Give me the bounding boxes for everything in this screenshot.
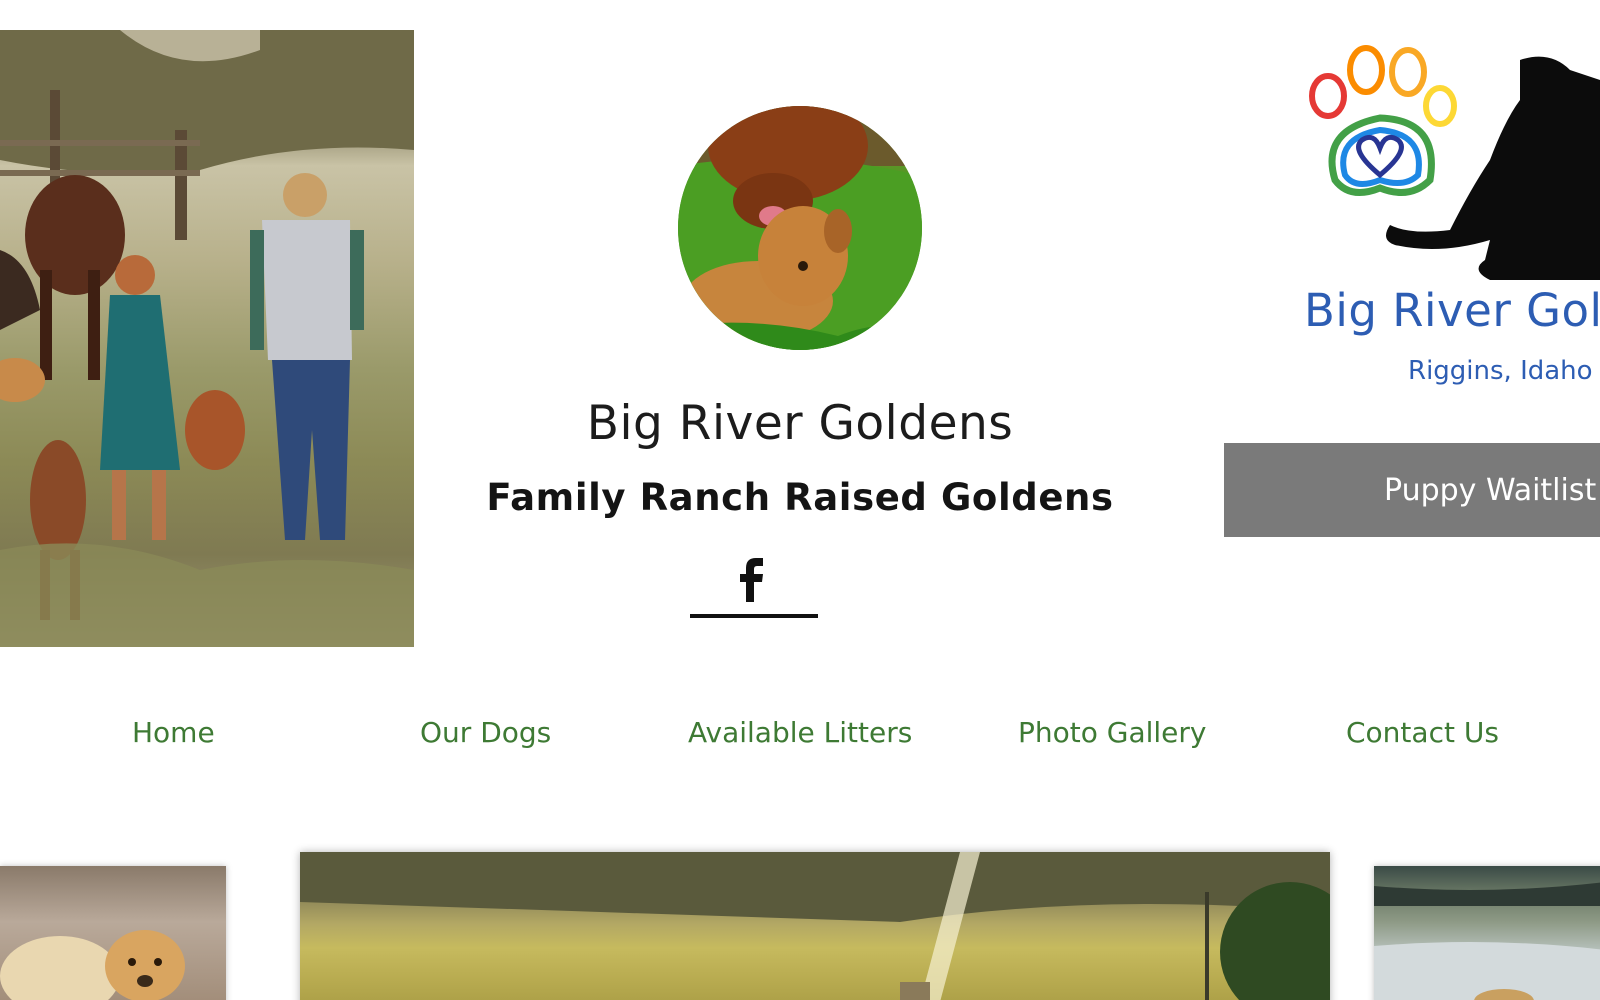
site-title: Big River Goldens [586, 396, 1014, 451]
social-underline [690, 614, 818, 618]
site-subtitle: Family Ranch Raised Goldens [486, 476, 1114, 519]
big-river-goldens-logo[interactable] [1290, 40, 1600, 400]
logo-name: Big River Goldens [1304, 284, 1600, 337]
gallery-main-ranch-photo[interactable] [300, 852, 1330, 1000]
logo-location: Riggins, Idaho [1408, 356, 1593, 386]
nav-item-our-dogs[interactable]: Our Dogs [420, 716, 551, 749]
nav-item-home[interactable]: Home [132, 716, 215, 749]
main-nav: Home Our Dogs Available Litters Photo Ga… [0, 716, 1600, 766]
family-ranch-photo [0, 30, 414, 647]
facebook-icon[interactable] [737, 558, 767, 602]
social-links [690, 552, 818, 622]
golden-puppy-avatar [678, 106, 922, 350]
nav-item-contact-us[interactable]: Contact Us [1346, 716, 1499, 749]
nav-item-available-litters[interactable]: Available Litters [688, 716, 912, 749]
puppy-waitlist-button[interactable]: Puppy Waitlist [1224, 443, 1600, 537]
gallery-thumb-puppies[interactable] [0, 866, 226, 1000]
page: Big River Goldens Family Ranch Raised Go… [0, 0, 1600, 1000]
gallery-thumb-river[interactable] [1374, 866, 1600, 1000]
nav-item-photo-gallery[interactable]: Photo Gallery [1018, 716, 1207, 749]
